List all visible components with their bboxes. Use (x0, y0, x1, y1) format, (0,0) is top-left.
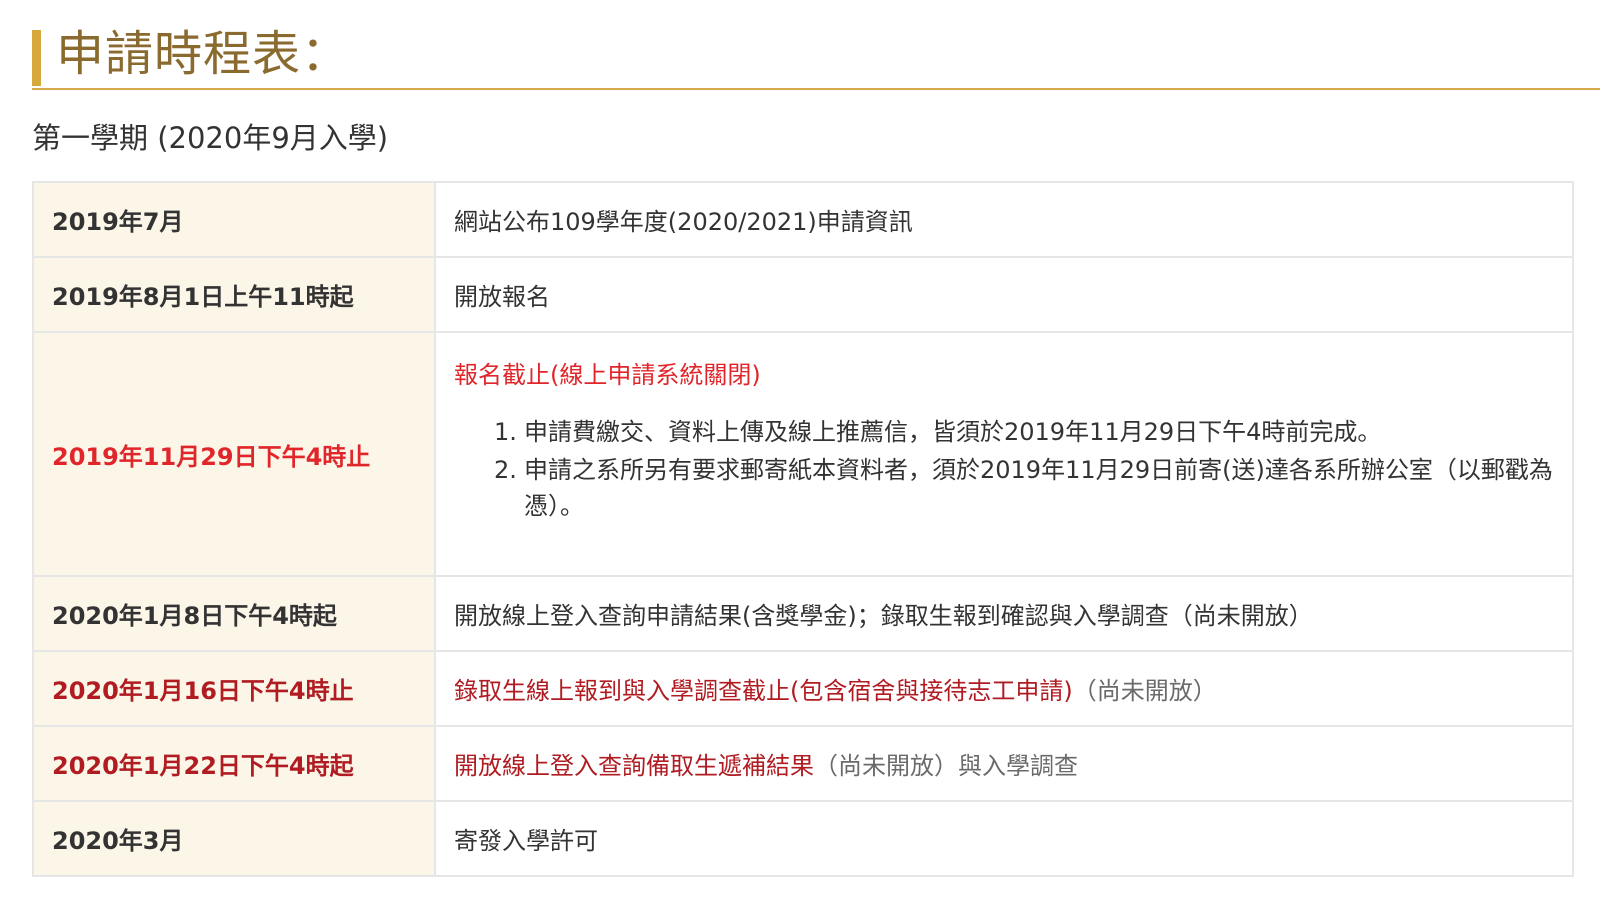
list-item-number: 1. (494, 418, 517, 446)
schedule-date-deadline: 2020年1月16日下午4時止 (32, 650, 436, 727)
schedule-description: 開放報名 (434, 256, 1574, 333)
section-heading: 申請時程表： (32, 26, 1600, 90)
table-row: 2020年1月8日下午4時起 開放線上登入查詢申請結果(含獎學金)；錄取生報到確… (32, 575, 1574, 652)
description-main: 開放線上登入查詢備取生遞補結果 (454, 752, 814, 780)
schedule-table: 2019年7月 網站公布109學年度(2020/2021)申請資訊 2019年8… (32, 181, 1574, 877)
page-title: 申請時程表： (56, 26, 351, 82)
schedule-description: 開放線上登入查詢備取生遞補結果（尚未開放）與入學調查 (434, 725, 1574, 802)
table-row: 2020年1月16日下午4時止 錄取生線上報到與入學調查截止(包含宿舍與接待志工… (32, 650, 1574, 727)
deadline-notes-list: 1. 申請費繳交、資料上傳及線上推薦信，皆須於2019年11月29日下午4時前完… (454, 414, 1572, 524)
table-row: 2019年7月 網站公布109學年度(2020/2021)申請資訊 (32, 181, 1574, 258)
table-row: 2019年11月29日下午4時止 報名截止(線上申請系統關閉) 1. 申請費繳交… (32, 331, 1574, 577)
schedule-description: 寄發入學許可 (434, 800, 1574, 877)
list-item: 2. 申請之系所另有要求郵寄紙本資料者，須於2019年11月29日前寄(送)達各… (454, 452, 1572, 524)
table-row: 2020年1月22日下午4時起 開放線上登入查詢備取生遞補結果（尚未開放）與入學… (32, 725, 1574, 802)
description-status: （尚未開放） (1072, 677, 1217, 705)
schedule-date-deadline: 2019年11月29日下午4時止 (32, 331, 436, 577)
schedule-description: 報名截止(線上申請系統關閉) 1. 申請費繳交、資料上傳及線上推薦信，皆須於20… (434, 331, 1574, 577)
table-row: 2020年3月 寄發入學許可 (32, 800, 1574, 877)
schedule-description: 錄取生線上報到與入學調查截止(包含宿舍與接待志工申請)（尚未開放） (434, 650, 1574, 727)
list-item-number: 2. (494, 456, 517, 484)
schedule-date-deadline: 2020年1月22日下午4時起 (32, 725, 436, 802)
schedule-date: 2020年3月 (32, 800, 436, 877)
description-main: 錄取生線上報到與入學調查截止(包含宿舍與接待志工申請) (454, 677, 1073, 705)
table-row: 2019年8月1日上午11時起 開放報名 (32, 256, 1574, 333)
page: 申請時程表： 第一學期 (2020年9月入學) 2019年7月 網站公布109學… (0, 0, 1600, 912)
heading-accent-bar (32, 30, 41, 86)
schedule-date: 2020年1月8日下午4時起 (32, 575, 436, 652)
list-item-text: 申請費繳交、資料上傳及線上推薦信，皆須於2019年11月29日下午4時前完成。 (524, 418, 1382, 446)
schedule-description: 網站公布109學年度(2020/2021)申請資訊 (434, 181, 1574, 258)
deadline-title: 報名截止(線上申請系統關閉) (454, 361, 761, 389)
schedule-date: 2019年8月1日上午11時起 (32, 256, 436, 333)
list-item: 1. 申請費繳交、資料上傳及線上推薦信，皆須於2019年11月29日下午4時前完… (454, 414, 1572, 450)
description-status: （尚未開放）與入學調查 (814, 752, 1078, 780)
semester-subheading: 第一學期 (2020年9月入學) (32, 121, 389, 155)
schedule-description: 開放線上登入查詢申請結果(含獎學金)；錄取生報到確認與入學調查（尚未開放） (434, 575, 1574, 652)
schedule-date: 2019年7月 (32, 181, 436, 258)
list-item-text: 申請之系所另有要求郵寄紙本資料者，須於2019年11月29日前寄(送)達各系所辦… (524, 456, 1553, 520)
